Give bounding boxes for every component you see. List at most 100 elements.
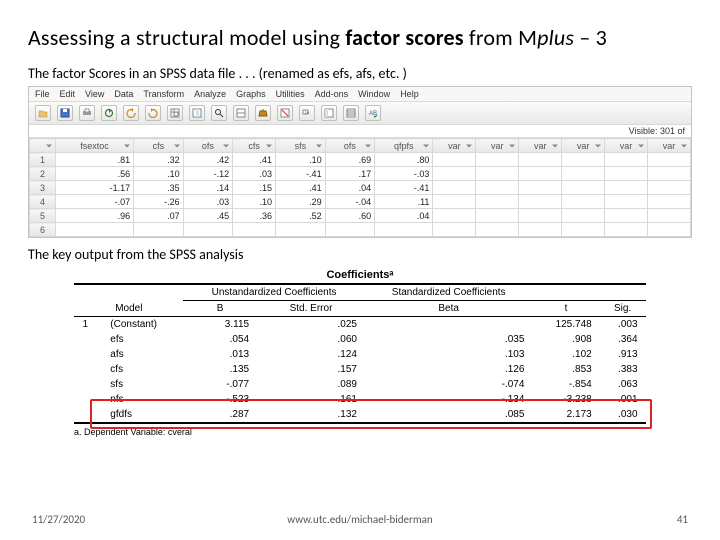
split-icon[interactable] xyxy=(233,105,249,121)
spss-data-grid[interactable]: fsextoc cfs ofs cfs sfs ofs qfpfs var va… xyxy=(29,138,691,237)
menu-transform[interactable]: Transform xyxy=(143,89,184,99)
cell[interactable]: .60 xyxy=(325,209,375,223)
cell[interactable] xyxy=(433,181,476,195)
row-header[interactable]: 6 xyxy=(30,223,56,237)
table-row[interactable]: 4-.07-.26.03.10.29-.04.11 xyxy=(30,195,691,209)
cell[interactable] xyxy=(519,223,562,237)
cell[interactable] xyxy=(605,153,648,167)
table-row[interactable]: 3-1.17.35.14.15.41.04-.41 xyxy=(30,181,691,195)
cell[interactable]: .96 xyxy=(56,209,134,223)
menu-addons[interactable]: Add-ons xyxy=(315,89,349,99)
cell[interactable] xyxy=(433,195,476,209)
cell[interactable]: .04 xyxy=(375,209,433,223)
cell[interactable] xyxy=(476,153,519,167)
cell[interactable]: .15 xyxy=(233,181,276,195)
col-header[interactable]: var xyxy=(605,139,648,153)
cell[interactable] xyxy=(233,223,276,237)
redo-icon[interactable] xyxy=(145,105,161,121)
menu-window[interactable]: Window xyxy=(358,89,390,99)
find-icon[interactable] xyxy=(211,105,227,121)
cell[interactable]: .52 xyxy=(276,209,326,223)
cell[interactable]: .41 xyxy=(276,181,326,195)
cell[interactable]: -.12 xyxy=(183,167,233,181)
cell[interactable]: .45 xyxy=(183,209,233,223)
cell[interactable] xyxy=(562,181,605,195)
cell[interactable]: .07 xyxy=(134,209,184,223)
cell[interactable] xyxy=(605,223,648,237)
cell[interactable]: -.41 xyxy=(276,167,326,181)
goto-icon[interactable] xyxy=(167,105,183,121)
table-row[interactable]: 1.81.32.42.41.10.69.80 xyxy=(30,153,691,167)
cell[interactable] xyxy=(519,195,562,209)
cell[interactable]: .03 xyxy=(233,167,276,181)
cell[interactable] xyxy=(325,223,375,237)
col-header[interactable]: ofs xyxy=(183,139,233,153)
cell[interactable] xyxy=(648,167,691,181)
cell[interactable]: -1.17 xyxy=(56,181,134,195)
cell[interactable]: .69 xyxy=(325,153,375,167)
cell[interactable] xyxy=(476,181,519,195)
col-header[interactable]: var xyxy=(648,139,691,153)
cell[interactable] xyxy=(562,209,605,223)
use-sets-icon[interactable] xyxy=(321,105,337,121)
col-header[interactable]: var xyxy=(519,139,562,153)
row-header[interactable]: 1 xyxy=(30,153,56,167)
cell[interactable]: .41 xyxy=(233,153,276,167)
cell[interactable]: .29 xyxy=(276,195,326,209)
cell[interactable]: .14 xyxy=(183,181,233,195)
cell[interactable] xyxy=(605,209,648,223)
show-all-icon[interactable] xyxy=(343,105,359,121)
col-header[interactable]: qfpfs xyxy=(375,139,433,153)
cell[interactable]: .35 xyxy=(134,181,184,195)
cell[interactable] xyxy=(433,209,476,223)
weight-icon[interactable] xyxy=(255,105,271,121)
cell[interactable] xyxy=(648,223,691,237)
cell[interactable]: .56 xyxy=(56,167,134,181)
col-header[interactable]: var xyxy=(433,139,476,153)
cell[interactable] xyxy=(375,223,433,237)
cell[interactable]: -.04 xyxy=(325,195,375,209)
cell[interactable] xyxy=(562,223,605,237)
cell[interactable] xyxy=(476,167,519,181)
cell[interactable] xyxy=(562,153,605,167)
cell[interactable] xyxy=(605,195,648,209)
menu-help[interactable]: Help xyxy=(400,89,419,99)
open-icon[interactable] xyxy=(35,105,51,121)
cell[interactable]: .81 xyxy=(56,153,134,167)
spellcheck-icon[interactable]: AB xyxy=(365,105,381,121)
cell[interactable]: .03 xyxy=(183,195,233,209)
cell[interactable] xyxy=(476,195,519,209)
value-labels-icon[interactable]: 1A xyxy=(299,105,315,121)
menu-analyze[interactable]: Analyze xyxy=(194,89,226,99)
cell[interactable] xyxy=(433,167,476,181)
table-row[interactable]: 5.96.07.45.36.52.60.04 xyxy=(30,209,691,223)
print-icon[interactable] xyxy=(79,105,95,121)
cell[interactable]: .10 xyxy=(233,195,276,209)
save-icon[interactable] xyxy=(57,105,73,121)
cell[interactable]: -.07 xyxy=(56,195,134,209)
cell[interactable]: .10 xyxy=(276,153,326,167)
cell[interactable] xyxy=(519,167,562,181)
col-header[interactable]: var xyxy=(562,139,605,153)
cell[interactable] xyxy=(134,223,184,237)
cell[interactable]: -.41 xyxy=(375,181,433,195)
cell[interactable] xyxy=(648,195,691,209)
cell[interactable] xyxy=(648,153,691,167)
cell[interactable]: .32 xyxy=(134,153,184,167)
cell[interactable] xyxy=(605,167,648,181)
menu-graphs[interactable]: Graphs xyxy=(236,89,266,99)
menu-edit[interactable]: Edit xyxy=(60,89,76,99)
cell[interactable]: -.03 xyxy=(375,167,433,181)
cell[interactable]: .11 xyxy=(375,195,433,209)
undo-icon[interactable] xyxy=(123,105,139,121)
cell[interactable]: .36 xyxy=(233,209,276,223)
select-icon[interactable] xyxy=(277,105,293,121)
menu-file[interactable]: File xyxy=(35,89,50,99)
cell[interactable] xyxy=(433,223,476,237)
col-header[interactable]: ofs xyxy=(325,139,375,153)
col-header[interactable]: fsextoc xyxy=(56,139,134,153)
cell[interactable] xyxy=(605,181,648,195)
row-header[interactable]: 5 xyxy=(30,209,56,223)
col-header[interactable]: cfs xyxy=(134,139,184,153)
cell[interactable] xyxy=(276,223,326,237)
